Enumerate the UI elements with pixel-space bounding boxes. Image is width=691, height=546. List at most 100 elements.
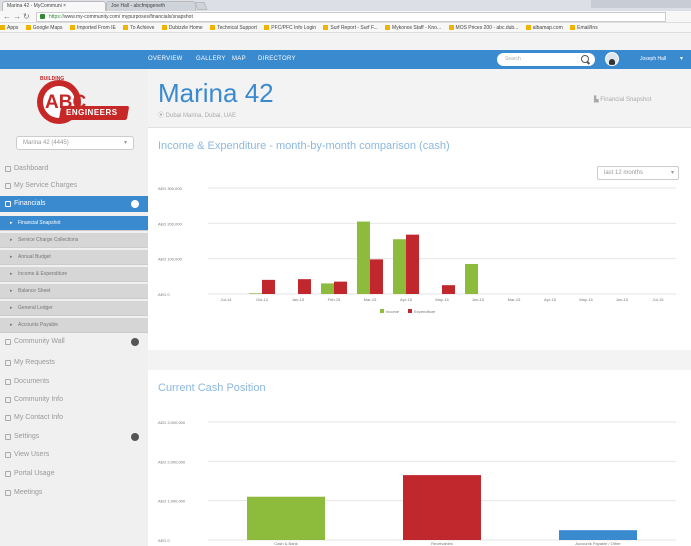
toggle-icon[interactable] bbox=[131, 338, 139, 346]
toggle-icon[interactable] bbox=[131, 433, 139, 441]
browser-tab[interactable]: Joe Hall - abcfmpgeneth bbox=[106, 1, 196, 11]
bookmark-icon bbox=[0, 25, 5, 30]
bookmark[interactable]: Apps bbox=[0, 23, 18, 32]
subitem-general-ledger[interactable]: General Ledger bbox=[0, 301, 148, 316]
bookmark[interactable]: Email/Ins bbox=[570, 23, 598, 32]
bookmark[interactable]: Google Maps bbox=[25, 23, 63, 32]
subitem-income-expenditure[interactable]: Income & Expenditure bbox=[0, 267, 148, 282]
browser-tab-bar: Marina 42 - MyCommuni × Joe Hall - abcfm… bbox=[0, 0, 691, 11]
legend-swatch bbox=[380, 309, 384, 313]
x-tick-label: Receivables bbox=[431, 541, 453, 546]
subitem-balance-sheet[interactable]: Balance Sheet bbox=[0, 284, 148, 299]
sidebar-item-contact-info[interactable]: My Contact Info bbox=[0, 410, 148, 426]
url-input[interactable]: https://www.my-community.com/ mypurposes… bbox=[36, 12, 666, 22]
sidebar-item-service-charges[interactable]: My Service Charges bbox=[0, 178, 148, 194]
url-text: www.my-community.com/ mypurposes/financi… bbox=[64, 14, 193, 20]
sidebar-item-dashboard[interactable]: Dashboard bbox=[0, 161, 148, 177]
bookmark-icon bbox=[570, 25, 576, 30]
subitem-financial-snapshot[interactable]: Financial Snapshot bbox=[0, 216, 148, 231]
cash-bar bbox=[403, 475, 481, 540]
url-scheme: https:// bbox=[49, 14, 65, 20]
bookmark[interactable]: Imported From IE bbox=[69, 23, 116, 32]
back-icon[interactable]: ← bbox=[3, 12, 11, 22]
bar-expenditure bbox=[370, 259, 383, 294]
tab-label: Joe Hall - abcfmpgeneth bbox=[111, 3, 166, 9]
range-select[interactable]: last 12 months ▾ bbox=[597, 166, 679, 180]
x-tick-label: Feb-15 bbox=[328, 297, 341, 302]
bar-expenditure bbox=[298, 279, 311, 294]
y-tick-label: AED 0 bbox=[158, 538, 170, 543]
nav-directory[interactable]: DIRECTORY bbox=[258, 50, 296, 69]
bookmark[interactable]: Technical Support bbox=[210, 23, 257, 32]
money-icon bbox=[5, 183, 11, 189]
sidebar-item-view-users[interactable]: View Users bbox=[0, 447, 148, 463]
bookmark[interactable]: PFC/PFC Info Login bbox=[264, 23, 316, 32]
legend-swatch bbox=[408, 309, 412, 313]
chevron-down-icon: ▾ bbox=[123, 140, 127, 146]
y-tick-label: AED 200,000 bbox=[158, 221, 183, 226]
cash-position-chart: AED 3,000,000 AED 2,000,000 AED 1,000,000 A… bbox=[158, 420, 676, 546]
bookmark-icon bbox=[385, 25, 391, 30]
sidebar-item-community-info[interactable]: Community Info bbox=[0, 392, 148, 408]
financial-snapshot-link[interactable]: ▙ Financial Snapshot bbox=[594, 96, 651, 103]
sidebar-item-my-requests[interactable]: My Requests bbox=[0, 355, 148, 371]
x-tick-label: Jul-14 bbox=[221, 297, 233, 302]
bar-expenditure bbox=[262, 279, 275, 294]
company-logo[interactable]: BUILDING ABC ENGINEERS bbox=[30, 76, 130, 124]
window-controls[interactable] bbox=[591, 0, 691, 8]
bookmark[interactable]: Mykonos Staff - Kno... bbox=[385, 23, 441, 32]
user-icon bbox=[5, 452, 11, 458]
bookmarks-bar: Apps Google Maps Imported From IE To Ach… bbox=[0, 23, 691, 33]
nav-overview[interactable]: OVERVIEW bbox=[148, 50, 183, 69]
bookmark-icon bbox=[525, 25, 531, 30]
bar-income bbox=[321, 283, 334, 294]
forward-icon[interactable]: → bbox=[13, 12, 21, 22]
document-icon bbox=[5, 379, 11, 385]
x-tick-label: Jun-15 bbox=[616, 297, 629, 302]
toggle-icon[interactable] bbox=[131, 200, 139, 208]
subitem-annual-budget[interactable]: Annual Budget bbox=[0, 250, 148, 265]
sidebar-item-community-wall[interactable]: Community Wall bbox=[0, 334, 148, 350]
reload-icon[interactable]: ↻ bbox=[23, 12, 30, 22]
bookmark-icon bbox=[69, 25, 75, 30]
bookmark[interactable]: MOS Prices 200 - abc.dub... bbox=[448, 23, 518, 32]
bookmark[interactable]: Dubizzle Home bbox=[161, 23, 203, 32]
people-icon bbox=[5, 339, 11, 345]
nav-gallery[interactable]: GALLERY bbox=[196, 50, 226, 69]
user-name[interactable]: Joseph Hall bbox=[640, 50, 666, 69]
building-select[interactable]: Marina 42 (4445) ▾ bbox=[16, 136, 134, 150]
avatar[interactable] bbox=[605, 52, 619, 66]
bar-income bbox=[393, 239, 406, 294]
browser-tab-active[interactable]: Marina 42 - MyCommuni × bbox=[2, 1, 106, 11]
sidebar-item-documents[interactable]: Documents bbox=[0, 374, 148, 390]
subitem-service-charge-collections[interactable]: Service Charge Collections bbox=[0, 233, 148, 248]
search-icon[interactable] bbox=[581, 55, 589, 63]
x-tick-label: May-15 bbox=[435, 297, 449, 302]
bar-expenditure bbox=[406, 234, 419, 294]
info-icon bbox=[5, 397, 11, 403]
income-expenditure-chart: AED 300,000 AED 200,000 AED 100,000 AED 0 Ju… bbox=[158, 186, 676, 314]
bookmark[interactable]: albamap.com bbox=[525, 23, 563, 32]
x-tick-label: Oct-14 bbox=[256, 297, 269, 302]
sidebar-item-meetings[interactable]: Meetings bbox=[0, 485, 148, 501]
bookmark-icon bbox=[264, 25, 270, 30]
gear-icon bbox=[5, 360, 11, 366]
chevron-down-icon[interactable]: ▾ bbox=[680, 50, 683, 69]
chart-icon bbox=[5, 201, 11, 207]
bookmark[interactable]: To Achieve bbox=[123, 23, 154, 32]
sidebar-item-portal-usage[interactable]: Portal Usage bbox=[0, 466, 148, 482]
nav-map[interactable]: MAP bbox=[232, 50, 246, 69]
sidebar-item-settings[interactable]: Settings bbox=[0, 429, 148, 445]
new-tab-button[interactable] bbox=[194, 2, 208, 10]
bookmark-icon bbox=[323, 25, 329, 30]
range-select-value: last 12 months bbox=[604, 170, 644, 176]
legend-label: Income bbox=[386, 309, 400, 314]
bookmark[interactable]: Surf Report - Surf F... bbox=[323, 23, 378, 32]
sidebar-item-financials[interactable]: Financials bbox=[0, 196, 148, 212]
bar-income bbox=[249, 293, 262, 294]
y-tick-label: AED 3,000,000 bbox=[158, 420, 186, 425]
subitem-accounts-payable[interactable]: Accounts Payable bbox=[0, 318, 148, 333]
cash-bar bbox=[247, 496, 325, 540]
y-tick-label: AED 0 bbox=[158, 292, 170, 297]
building-select-value: Marina 42 (4445) bbox=[23, 140, 69, 146]
